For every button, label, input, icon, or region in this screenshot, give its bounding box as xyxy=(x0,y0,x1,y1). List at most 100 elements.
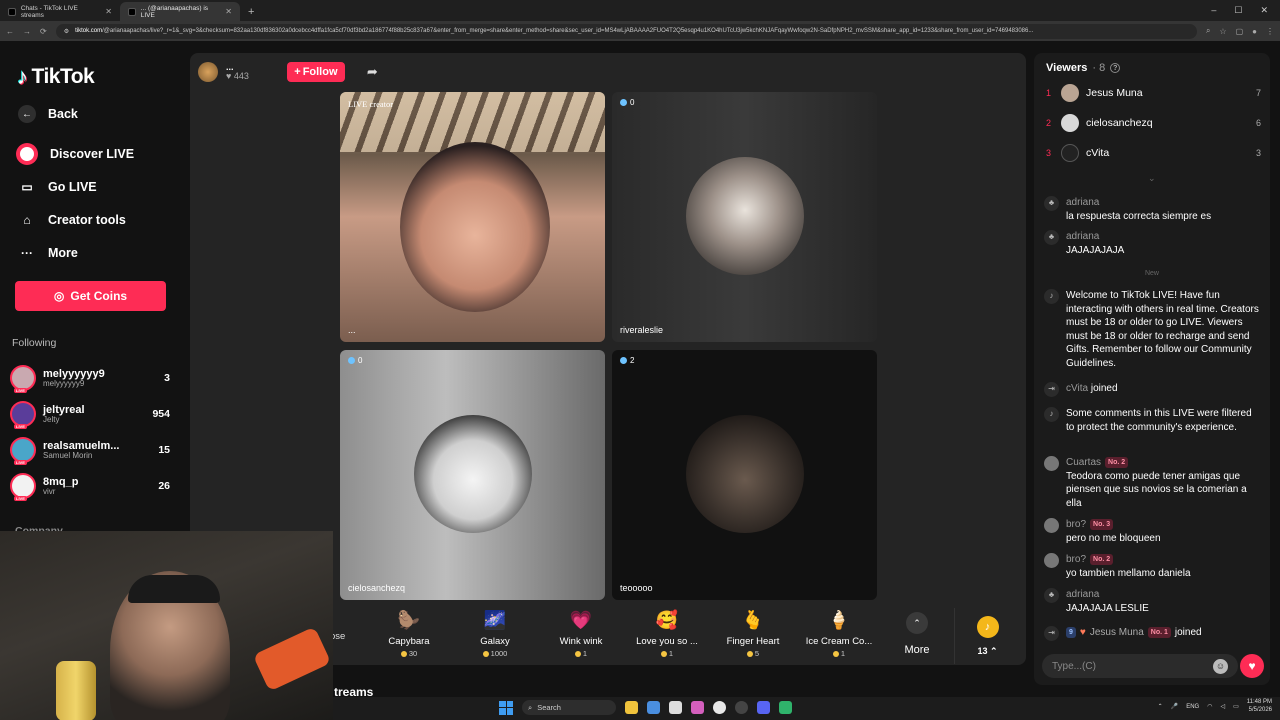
app-icon[interactable] xyxy=(691,701,704,714)
windows-taskbar: ⌕ Search ⌃ 🎤 ENG ◠ ◁ ▭ 11:48 PM 5/5/2026 xyxy=(333,697,1280,720)
coin-icon xyxy=(400,650,407,657)
nav-discover-live[interactable]: Discover LIVE xyxy=(16,143,134,165)
guest-score: 0 xyxy=(630,98,635,107)
top-viewer-row[interactable]: 2 cielosanchezq 6 xyxy=(1046,114,1261,132)
avatar xyxy=(1044,553,1059,568)
close-tab-icon[interactable]: ✕ xyxy=(225,7,232,16)
profile-icon[interactable]: ● xyxy=(1252,27,1257,36)
browser-menu-icon[interactable]: ⋮ xyxy=(1266,27,1274,36)
gift-price: 1 xyxy=(582,649,588,658)
chat-username[interactable]: Jesus Muna xyxy=(1090,626,1144,640)
search-label: Search xyxy=(537,703,561,712)
browser-tab-chats[interactable]: Chats - TikTok LIVE streams ✕ xyxy=(0,2,120,21)
following-item[interactable]: LIVE realsamuelm... Samuel Morin 15 xyxy=(10,435,170,465)
chat-message: ♣ adriana JAJAJAJA LESLIE xyxy=(1044,588,1262,615)
extensions-icon[interactable]: ▢ xyxy=(1236,27,1244,36)
bookmark-star-icon[interactable]: ☆ xyxy=(1219,27,1226,36)
chat-username[interactable]: bro? xyxy=(1066,553,1086,567)
chat-username[interactable]: bro? xyxy=(1066,518,1086,532)
rank-tag: No. 1 xyxy=(1147,627,1171,639)
avatar xyxy=(1044,518,1059,533)
taskbar-search[interactable]: ⌕ Search xyxy=(522,700,616,715)
chat-username[interactable]: adriana xyxy=(1066,230,1262,244)
more-gifts-button[interactable]: ⌃ More xyxy=(882,612,952,664)
tab-title: ... (@arianaapachas) is LIVE xyxy=(140,4,209,19)
url-field[interactable]: ⚙ tiktok.com/@arianaapachas/live?_r=1&_s… xyxy=(55,23,1197,39)
nav-more[interactable]: ··· More xyxy=(18,244,78,262)
guest-name: teooooo xyxy=(620,583,653,593)
forward-arrow-icon[interactable]: → xyxy=(23,27,31,36)
multi-guest-grid: LIVE creator ... 0 riveraleslie 0 cielos… xyxy=(340,92,888,600)
clock[interactable]: 11:48 PM 5/5/2026 xyxy=(1247,699,1272,715)
close-tab-icon[interactable]: ✕ xyxy=(105,7,112,16)
chat-username[interactable]: adriana xyxy=(1066,588,1099,602)
back-button[interactable]: ← Back xyxy=(18,105,78,123)
welcome-text: Welcome to TikTok LIVE! Have fun interac… xyxy=(1066,290,1259,369)
get-coins-button[interactable]: ◎ Get Coins xyxy=(15,281,166,311)
gift-price: 1 xyxy=(840,649,846,658)
file-explorer-icon[interactable] xyxy=(625,701,638,714)
info-icon[interactable]: ? xyxy=(1110,63,1121,73)
chat-message: Cuartas No. 2 Teodora como puede tener ami… xyxy=(1044,456,1262,510)
wifi-icon[interactable]: ◠ xyxy=(1207,703,1212,710)
avatar: LIVE xyxy=(10,473,36,501)
language-indicator[interactable]: ENG xyxy=(1186,704,1199,710)
coin-icon xyxy=(832,650,839,657)
gift-item[interactable]: 🌌 Galaxy 1000 xyxy=(452,606,538,664)
spreadsheet-icon[interactable] xyxy=(779,701,792,714)
windows-start-icon[interactable] xyxy=(499,700,513,715)
following-item[interactable]: LIVE jeltyreal Jelty 954 xyxy=(10,399,170,429)
gift-item[interactable]: 🫰 Finger Heart 5 xyxy=(710,606,796,664)
maximize-icon[interactable]: ☐ xyxy=(1234,5,1242,16)
close-window-icon[interactable]: ✕ xyxy=(1260,5,1268,16)
reload-icon[interactable]: ⟳ xyxy=(40,27,47,36)
logo-text: TikTok xyxy=(31,65,95,88)
gift-item[interactable]: 🥰 Love you so ... 1 xyxy=(624,606,710,664)
following-name: melyyyyyy9 xyxy=(43,367,105,380)
site-info-icon[interactable]: ⚙ xyxy=(64,28,69,35)
like-heart-button[interactable]: ♥ xyxy=(1240,654,1264,678)
gift-item[interactable]: 🍦 Ice Cream Co... 1 xyxy=(796,606,882,664)
obs-icon[interactable] xyxy=(735,701,748,714)
chat-username[interactable]: Cuartas xyxy=(1066,456,1101,470)
following-item[interactable]: LIVE melyyyyyy9 melyyyyyy9 3 xyxy=(10,363,170,393)
new-tab-icon[interactable]: + xyxy=(240,6,262,21)
back-arrow-icon[interactable]: ← xyxy=(6,27,14,36)
discord-icon[interactable] xyxy=(757,701,770,714)
zoom-icon[interactable]: ⌕ xyxy=(1206,26,1210,36)
top-viewer-row[interactable]: 3 cVita 3 xyxy=(1046,144,1261,162)
chrome-icon[interactable] xyxy=(713,701,726,714)
share-icon[interactable]: ➦ xyxy=(367,64,378,80)
chevron-down-icon[interactable]: ⌄ xyxy=(1148,173,1156,184)
chevron-up-icon[interactable]: ⌃ xyxy=(1158,703,1163,710)
chat-username[interactable]: adriana xyxy=(1066,196,1262,210)
guest-video-slot[interactable]: 0 cielosanchezq xyxy=(340,350,605,600)
emoji-icon[interactable]: ☺ xyxy=(1213,658,1228,674)
chat-input[interactable]: Type...(C) ☺ xyxy=(1042,654,1238,678)
browser-tab-live[interactable]: ... (@arianaapachas) is LIVE ✕ xyxy=(120,2,240,21)
top-viewer-row[interactable]: 1 Jesus Muna 7 xyxy=(1046,84,1261,102)
back-arrow-icon: ← xyxy=(18,105,36,123)
gift-name: Galaxy xyxy=(480,636,510,647)
mic-icon[interactable]: 🎤 xyxy=(1171,703,1178,710)
tiktok-logo[interactable]: ♪ TikTok xyxy=(17,64,95,90)
gift-partial-label: ose xyxy=(330,631,346,642)
guest-video-slot[interactable]: 2 teooooo xyxy=(612,350,877,600)
host-avatar[interactable] xyxy=(198,62,218,82)
follow-button[interactable]: + Follow xyxy=(286,62,345,82)
chat-username[interactable]: cVita xyxy=(1066,382,1088,396)
following-item[interactable]: LIVE 8mq_p vivr 26 xyxy=(10,471,170,501)
minimize-icon[interactable]: – xyxy=(1211,5,1216,16)
store-icon[interactable] xyxy=(647,701,660,714)
gift-item[interactable]: 🦫 Capybara 30 xyxy=(366,606,452,664)
calendar-icon[interactable] xyxy=(669,701,682,714)
volume-icon[interactable]: ◁ xyxy=(1220,703,1225,710)
battery-icon[interactable]: ▭ xyxy=(1233,703,1239,710)
nav-creator-tools[interactable]: ⌂ Creator tools xyxy=(18,211,125,229)
guest-video-slot[interactable]: 0 riveraleslie xyxy=(612,92,877,342)
coin-balance-button[interactable]: ♪ 13 ⌃ xyxy=(954,608,1020,664)
nav-go-live[interactable]: ▭ Go LIVE xyxy=(18,178,96,196)
guest-video-host[interactable]: LIVE creator ... xyxy=(340,92,605,342)
video-camera-icon: ▭ xyxy=(21,180,33,194)
gift-item[interactable]: 💗 Wink wink 1 xyxy=(538,606,624,664)
